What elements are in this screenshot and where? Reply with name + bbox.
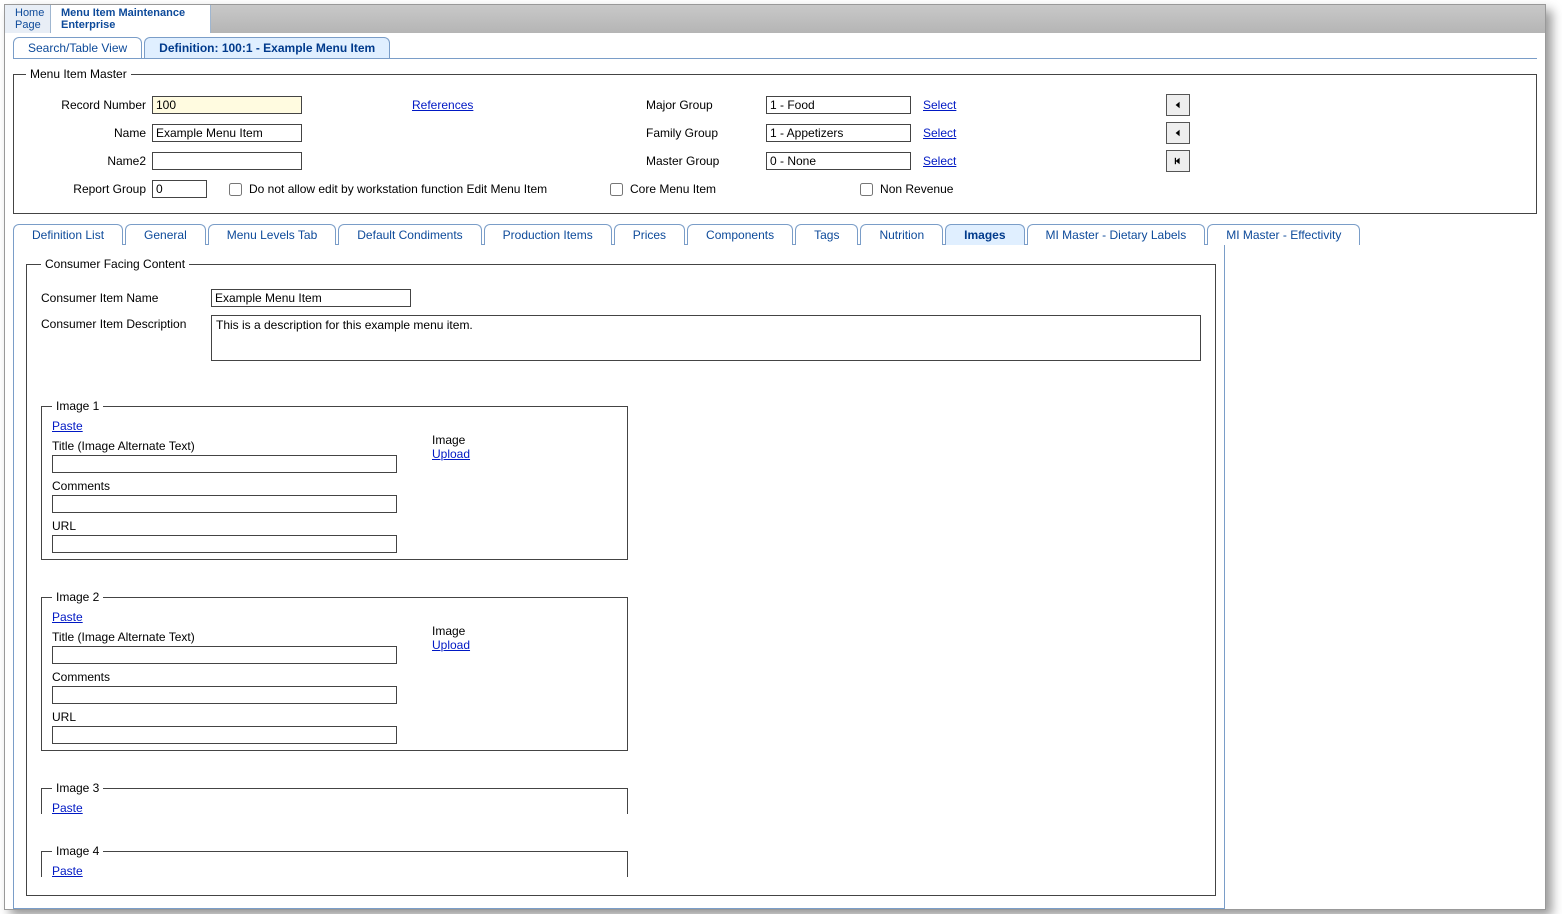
paste-link[interactable]: Paste — [52, 864, 83, 877]
consumer-item-description-input[interactable] — [211, 315, 1201, 361]
upload-link[interactable]: Upload — [432, 638, 470, 652]
top-bar: Home Page Menu Item Maintenance Enterpri… — [5, 5, 1545, 33]
record-number-input[interactable] — [152, 96, 302, 114]
sub-tab-general[interactable]: General — [125, 224, 206, 245]
menu-item-master-legend: Menu Item Master — [26, 67, 131, 81]
upload-link[interactable]: Upload — [432, 447, 470, 461]
major-group-input[interactable] — [766, 96, 911, 114]
image-comments-label: Comments — [52, 479, 412, 493]
image-slot-3: Image 3 Paste — [41, 781, 628, 814]
report-group-input[interactable] — [152, 180, 207, 198]
record-number-label: Record Number — [26, 98, 152, 112]
sub-tab-definition-list[interactable]: Definition List — [13, 224, 123, 245]
image-comments-label: Comments — [52, 670, 412, 684]
tab-search-view[interactable]: Search/Table View — [13, 37, 142, 58]
master-group-select-link[interactable]: Select — [923, 154, 956, 168]
major-group-select-link[interactable]: Select — [923, 98, 956, 112]
image-slot-legend: Image 2 — [52, 590, 103, 604]
image-title-label: Title (Image Alternate Text) — [52, 439, 412, 453]
family-group-select-link[interactable]: Select — [923, 126, 956, 140]
family-group-nav-button[interactable] — [1166, 122, 1190, 144]
consumer-facing-content-legend: Consumer Facing Content — [41, 257, 189, 271]
core-menu-item-label: Core Menu Item — [630, 182, 716, 196]
family-group-input[interactable] — [766, 124, 911, 142]
name-input[interactable] — [152, 124, 302, 142]
consumer-facing-content-fieldset: Consumer Facing Content Consumer Item Na… — [26, 257, 1216, 896]
non-revenue-checkbox[interactable] — [860, 183, 873, 196]
report-group-label: Report Group — [26, 182, 152, 196]
image-label: Image — [432, 624, 617, 638]
core-menu-item-checkbox[interactable] — [610, 183, 623, 196]
do-not-allow-edit-checkbox[interactable] — [229, 183, 242, 196]
sub-tab-prices[interactable]: Prices — [614, 224, 685, 245]
image-title-input[interactable] — [52, 455, 397, 473]
image-slot-legend: Image 1 — [52, 399, 103, 413]
paste-link[interactable]: Paste — [52, 419, 83, 433]
image-url-input[interactable] — [52, 726, 397, 744]
sub-tab-images[interactable]: Images — [945, 224, 1024, 245]
sub-tab-mi-master-effectivity[interactable]: MI Master - Effectivity — [1207, 224, 1360, 245]
major-group-label: Major Group — [646, 98, 766, 112]
name-label: Name — [26, 126, 152, 140]
tab-home[interactable]: Home Page — [5, 5, 51, 33]
sub-tabs: Definition ListGeneralMenu Levels TabDef… — [13, 222, 1537, 245]
master-group-input[interactable] — [766, 152, 911, 170]
non-revenue-label: Non Revenue — [880, 182, 953, 196]
image-title-label: Title (Image Alternate Text) — [52, 630, 412, 644]
image-slot-2: Image 2 Paste Title (Image Alternate Text)… — [41, 590, 628, 751]
master-group-label: Master Group — [646, 154, 766, 168]
image-slot-1: Image 1 Paste Title (Image Alternate Text)… — [41, 399, 628, 560]
image-url-label: URL — [52, 710, 412, 724]
sub-tab-production-items[interactable]: Production Items — [484, 224, 612, 245]
family-group-label: Family Group — [646, 126, 766, 140]
consumer-item-description-label: Consumer Item Description — [41, 315, 211, 331]
sub-tab-tags[interactable]: Tags — [795, 224, 858, 245]
image-comments-input[interactable] — [52, 495, 397, 513]
references-link[interactable]: References — [412, 98, 473, 112]
menu-item-master-fieldset: Menu Item Master Record Number Reference… — [13, 67, 1537, 214]
tab-menu-item-maintenance[interactable]: Menu Item Maintenance Enterprise — [51, 5, 211, 33]
image-slot-legend: Image 4 — [52, 844, 103, 858]
tab-definition[interactable]: Definition: 100:1 - Example Menu Item — [144, 37, 390, 58]
image-label: Image — [432, 433, 617, 447]
image-slot-legend: Image 3 — [52, 781, 103, 795]
sub-tab-components[interactable]: Components — [687, 224, 793, 245]
sub-tab-default-condiments[interactable]: Default Condiments — [338, 224, 481, 245]
image-url-label: URL — [52, 519, 412, 533]
sub-tab-mi-master-dietary-labels[interactable]: MI Master - Dietary Labels — [1027, 224, 1206, 245]
image-slot-4: Image 4 Paste — [41, 844, 628, 877]
image-url-input[interactable] — [52, 535, 397, 553]
name2-input[interactable] — [152, 152, 302, 170]
major-group-nav-button[interactable] — [1166, 94, 1190, 116]
image-title-input[interactable] — [52, 646, 397, 664]
sub-tab-menu-levels-tab[interactable]: Menu Levels Tab — [208, 224, 337, 245]
master-group-nav-button[interactable] — [1166, 150, 1190, 172]
name2-label: Name2 — [26, 154, 152, 168]
paste-link[interactable]: Paste — [52, 610, 83, 624]
image-comments-input[interactable] — [52, 686, 397, 704]
do-not-allow-edit-label: Do not allow edit by workstation functio… — [249, 182, 547, 196]
consumer-item-name-input[interactable] — [211, 289, 411, 307]
sub-tab-nutrition[interactable]: Nutrition — [860, 224, 943, 245]
paste-link[interactable]: Paste — [52, 801, 83, 814]
consumer-item-name-label: Consumer Item Name — [41, 289, 211, 305]
